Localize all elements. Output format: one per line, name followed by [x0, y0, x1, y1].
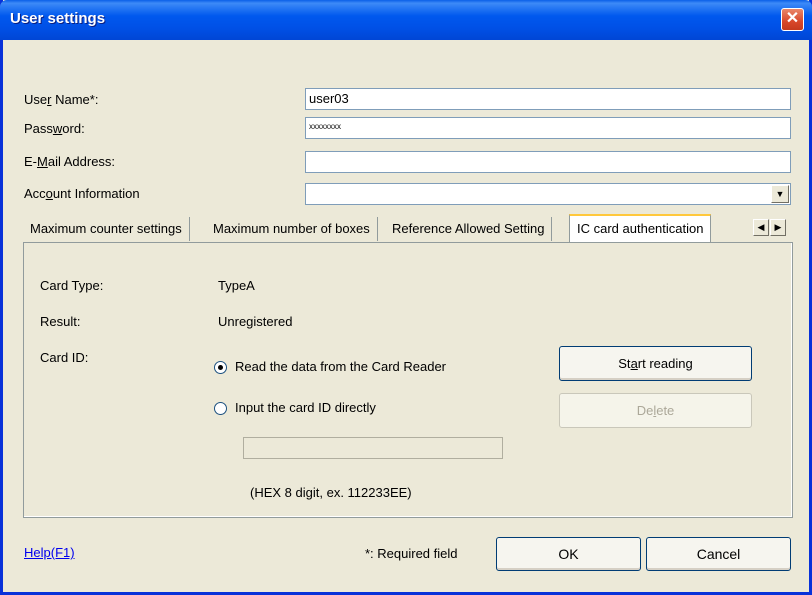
user-name-field[interactable]: user03	[305, 88, 791, 110]
close-button[interactable]: ✕	[781, 8, 804, 31]
required-field-note: *: Required field	[365, 546, 458, 561]
radio-input-id-label[interactable]: Input the card ID directly	[235, 400, 376, 415]
title-bar[interactable]: User settings ✕	[0, 0, 812, 40]
card-type-value: TypeA	[218, 278, 255, 293]
password-field[interactable]: xxxxxxxx	[305, 117, 791, 139]
tab-reference-allowed-setting[interactable]: Reference Allowed Setting	[385, 217, 553, 241]
account-info-select[interactable]: ▼	[305, 183, 791, 205]
tab-scroll-right-icon[interactable]: ▶	[770, 219, 786, 236]
account-info-label: Account Information	[24, 186, 140, 201]
ok-button[interactable]: OK	[496, 537, 641, 571]
chevron-down-icon[interactable]: ▼	[771, 185, 789, 203]
tab-scroll-left-icon[interactable]: ◀	[753, 219, 769, 236]
result-label: Result:	[40, 314, 81, 329]
result-value: Unregistered	[218, 314, 293, 329]
start-reading-button[interactable]: Start reading	[559, 346, 752, 381]
card-type-label: Card Type:	[40, 278, 104, 293]
window-title: User settings	[10, 10, 106, 27]
email-label: E-Mail Address:	[24, 154, 116, 169]
radio-read-card[interactable]	[214, 361, 227, 374]
radio-read-card-label[interactable]: Read the data from the Card Reader	[235, 359, 446, 374]
hex-hint: (HEX 8 digit, ex. 112233EE)	[250, 485, 412, 500]
radio-input-id[interactable]	[214, 402, 227, 415]
delete-button[interactable]: Delete	[559, 393, 752, 428]
card-id-label: Card ID:	[40, 350, 89, 365]
cancel-button[interactable]: Cancel	[646, 537, 791, 571]
tab-maximum-number-of-boxes[interactable]: Maximum number of boxes	[206, 217, 378, 241]
password-label: Password:	[24, 121, 85, 136]
tab-maximum-counter-settings[interactable]: Maximum counter settings	[23, 217, 190, 241]
user-settings-dialog: User settings ✕ User Name*: user03 Passw…	[0, 0, 812, 595]
email-field[interactable]	[305, 151, 791, 173]
help-link[interactable]: Help(F1)	[24, 545, 75, 560]
card-id-input[interactable]	[243, 437, 503, 459]
tab-ic-card-authentication[interactable]: IC card authentication	[569, 214, 712, 243]
close-icon: ✕	[785, 10, 800, 27]
user-name-label: User Name*:	[24, 92, 99, 107]
